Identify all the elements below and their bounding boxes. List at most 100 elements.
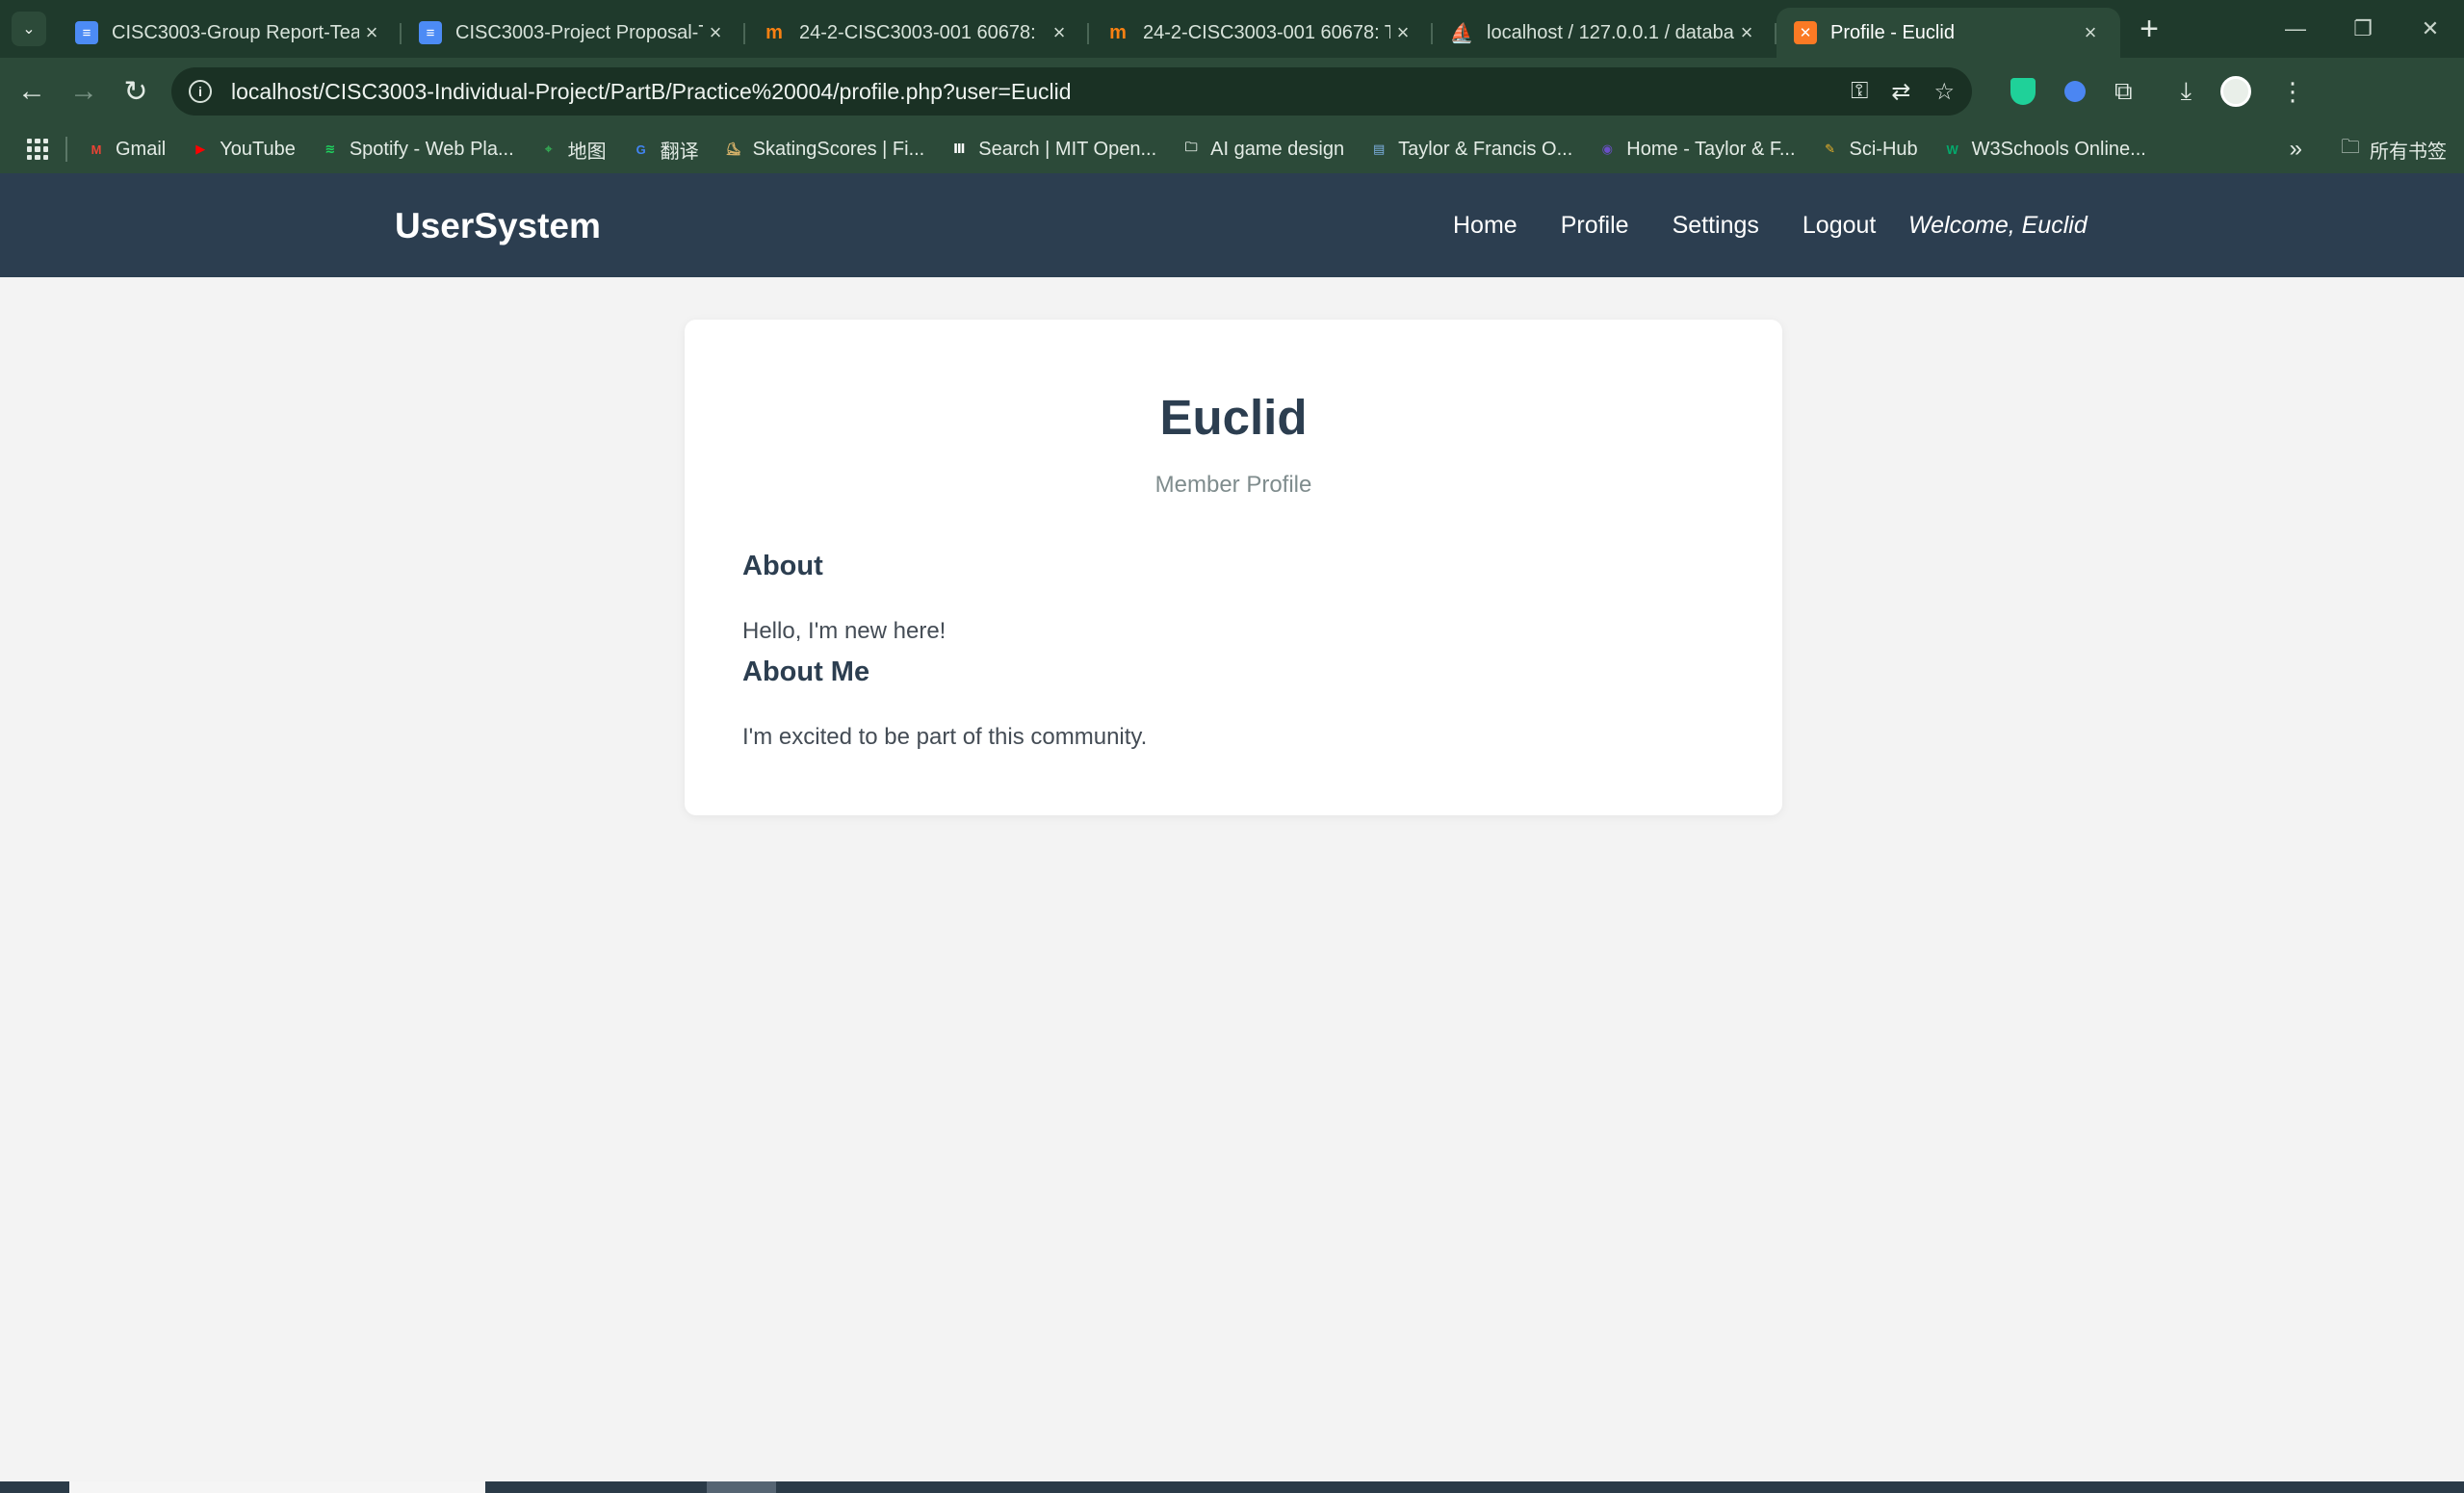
browser-toolbar: ← → ↻ i localhost/CISC3003-Individual-Pr… bbox=[0, 58, 2464, 125]
bookmark-item[interactable]: ▤ Taylor & Francis O... bbox=[1369, 139, 1572, 161]
blue-dot-extension-icon[interactable] bbox=[2064, 81, 2086, 102]
address-bar[interactable]: i localhost/CISC3003-Individual-Project/… bbox=[171, 67, 1972, 116]
back-icon[interactable]: ← bbox=[6, 65, 58, 117]
bookmark-item[interactable]: 🗀 AI game design bbox=[1181, 138, 1345, 161]
bookmark-item[interactable]: G 翻译 bbox=[632, 136, 699, 164]
tab-title: localhost / 127.0.0.1 / databa bbox=[1487, 21, 1734, 43]
password-key-icon[interactable]: ⚿ bbox=[1851, 78, 1868, 106]
bookmark-item[interactable]: ⌖ 地图 bbox=[539, 136, 607, 164]
reload-icon[interactable]: ↻ bbox=[110, 65, 162, 117]
nav-logout-link[interactable]: Logout bbox=[1803, 212, 1876, 240]
site-info-icon[interactable]: i bbox=[189, 80, 212, 103]
about-me-text: I'm excited to be part of this community… bbox=[742, 724, 1148, 750]
site-brand[interactable]: UserSystem bbox=[395, 206, 601, 246]
bookmarks-overflow-icon[interactable]: » bbox=[2290, 136, 2302, 163]
profile-card: Euclid Member Profile About Hello, I'm n… bbox=[685, 320, 1782, 815]
site-navbar: UserSystem Home Profile Settings Logout … bbox=[0, 173, 2464, 277]
about-text: Hello, I'm new here! bbox=[742, 618, 947, 644]
chevron-down-icon: ⌄ bbox=[22, 21, 36, 38]
close-icon[interactable]: × bbox=[703, 20, 728, 45]
restore-icon[interactable]: ❐ bbox=[2329, 16, 2397, 41]
bookmark-item[interactable]: ◉ Home - Taylor & F... bbox=[1597, 138, 1796, 161]
bookmark-label: Gmail bbox=[116, 138, 167, 160]
moodle-icon: m bbox=[765, 21, 783, 43]
url-text[interactable]: localhost/CISC3003-Individual-Project/Pa… bbox=[231, 79, 1851, 105]
skater-icon: ⛸ bbox=[725, 142, 741, 156]
taskbar-segment bbox=[707, 1481, 776, 1493]
spotify-icon: ≋ bbox=[324, 142, 336, 156]
bookmark-label: YouTube bbox=[220, 138, 296, 160]
nav-links: Home Profile Settings Logout bbox=[1453, 212, 1919, 240]
browser-tab[interactable]: ≡ CISC3003-Group Report-Team × bbox=[58, 8, 402, 58]
tab-search-button[interactable]: ⌄ bbox=[12, 12, 46, 46]
close-icon[interactable]: × bbox=[1390, 20, 1415, 45]
translate-icon: G bbox=[635, 142, 646, 157]
maps-pin-icon: ⌖ bbox=[544, 142, 553, 156]
browser-tab[interactable]: ≡ CISC3003-Project Proposal-Te × bbox=[402, 8, 745, 58]
puzzle-extensions-icon[interactable]: ⧉ bbox=[2114, 76, 2133, 107]
close-icon[interactable]: × bbox=[1734, 20, 1759, 45]
nav-settings-link[interactable]: Settings bbox=[1673, 212, 1759, 240]
plus-icon: + bbox=[2140, 10, 2159, 47]
bookmark-label: W3Schools Online... bbox=[1971, 138, 2146, 160]
tab-title: CISC3003-Group Report-Team bbox=[112, 21, 359, 43]
gmail-icon: M bbox=[91, 142, 102, 157]
bookmark-item[interactable]: ≋ Spotify - Web Pla... bbox=[321, 138, 514, 161]
profile-avatar[interactable] bbox=[2220, 76, 2252, 107]
translate-page-icon[interactable]: ⇄ bbox=[1891, 78, 1910, 106]
bookmark-item[interactable]: Ⅲ Search | MIT Open... bbox=[949, 139, 1156, 161]
bookmark-label: SkatingScores | Fi... bbox=[752, 138, 925, 160]
bookmark-label: Home - Taylor & F... bbox=[1626, 138, 1796, 160]
window-close-icon[interactable]: ✕ bbox=[2397, 16, 2464, 41]
bookmark-label: 翻译 bbox=[660, 141, 699, 163]
all-bookmarks-label: 所有书签 bbox=[2370, 141, 2447, 163]
browser-tab-active[interactable]: ✕ Profile - Euclid × bbox=[1777, 8, 2120, 58]
youtube-icon: ▶ bbox=[195, 142, 206, 156]
welcome-message: Welcome, Euclid bbox=[1908, 212, 2088, 239]
bookmark-label: 地图 bbox=[567, 141, 607, 163]
bookmark-item[interactable]: ⛸ SkatingScores | Fi... bbox=[724, 138, 925, 161]
forward-icon[interactable]: → bbox=[58, 65, 110, 117]
nav-profile-link[interactable]: Profile bbox=[1561, 212, 1629, 240]
extensions-area: ⧉ ⤓ ⋮ bbox=[2010, 76, 2305, 107]
about-me-heading: About Me bbox=[742, 656, 870, 687]
about-heading: About bbox=[742, 551, 823, 581]
bookmark-label: Search | MIT Open... bbox=[978, 138, 1157, 160]
bookmark-item[interactable]: ✎ Sci-Hub bbox=[1821, 139, 1918, 161]
folder-icon: 🗀 bbox=[2341, 137, 2360, 158]
new-tab-button[interactable]: + bbox=[2128, 8, 2170, 50]
bookmark-item[interactable]: M Gmail bbox=[87, 138, 167, 161]
xampp-icon: ✕ bbox=[1794, 21, 1817, 44]
kebab-menu-icon[interactable]: ⋮ bbox=[2280, 77, 2305, 107]
nav-home-link[interactable]: Home bbox=[1453, 212, 1517, 240]
taskbar-segment bbox=[69, 1481, 485, 1493]
bookmark-label: Sci-Hub bbox=[1849, 138, 1918, 160]
bookmark-item[interactable]: W W3Schools Online... bbox=[1943, 139, 2146, 161]
browser-tab[interactable]: m 24-2-CISC3003-001 60678: × bbox=[745, 8, 1089, 58]
browser-tab[interactable]: ⛵ localhost / 127.0.0.1 / databa × bbox=[1433, 8, 1777, 58]
tab-title: CISC3003-Project Proposal-Te bbox=[455, 21, 703, 43]
all-bookmarks-folder[interactable]: 🗀 所有书签 bbox=[2341, 133, 2447, 166]
download-icon[interactable]: ⤓ bbox=[2181, 76, 2192, 107]
bookmarks-divider bbox=[65, 137, 67, 162]
scihub-icon: ✎ bbox=[1825, 142, 1835, 156]
taylor-francis-home-icon: ◉ bbox=[1601, 142, 1613, 156]
close-icon[interactable]: × bbox=[359, 20, 384, 45]
apps-grid-icon[interactable] bbox=[27, 139, 48, 160]
bookmark-label: AI game design bbox=[1210, 138, 1345, 160]
bookmark-label: Spotify - Web Pla... bbox=[349, 138, 514, 160]
profile-subtitle: Member Profile bbox=[1154, 472, 1312, 498]
browser-tab[interactable]: m 24-2-CISC3003-001 60678: T × bbox=[1089, 8, 1433, 58]
close-icon[interactable]: × bbox=[2078, 20, 2103, 45]
google-docs-icon: ≡ bbox=[419, 21, 442, 44]
w3schools-icon: W bbox=[1946, 142, 1958, 157]
bookmarks-bar: M Gmail ▶ YouTube ≋ Spotify - Web Pla... ⌖ 地图 G 翻… bbox=[0, 125, 2464, 173]
browser-tabstrip: ⌄ ≡ CISC3003-Group Report-Team × ≡ CISC3… bbox=[0, 0, 2464, 58]
bookmark-item[interactable]: ▶ YouTube bbox=[191, 139, 296, 161]
moodle-icon: m bbox=[1109, 21, 1127, 43]
bookmark-star-icon[interactable]: ☆ bbox=[1933, 78, 1955, 106]
phpmyadmin-icon: ⛵ bbox=[1449, 22, 1474, 44]
close-icon[interactable]: × bbox=[1047, 20, 1072, 45]
shield-extension-icon[interactable] bbox=[2010, 78, 2036, 105]
minimize-icon[interactable]: — bbox=[2262, 16, 2329, 41]
